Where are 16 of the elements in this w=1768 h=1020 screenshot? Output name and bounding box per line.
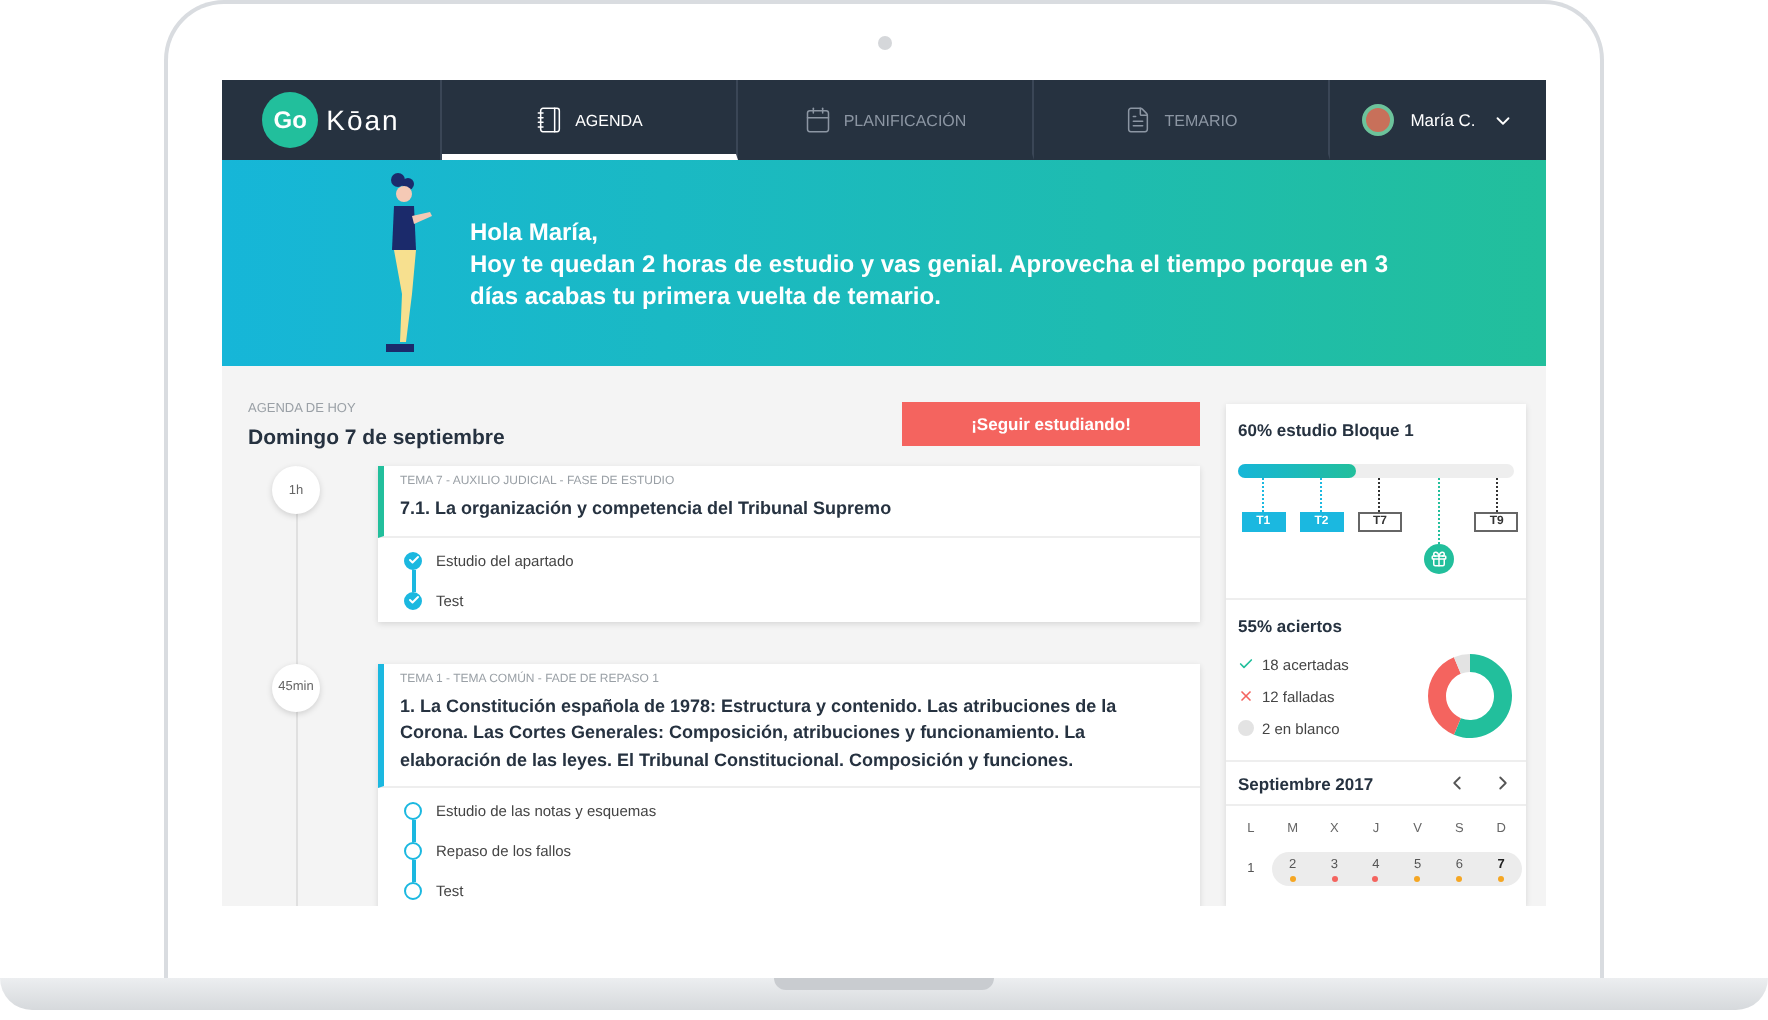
banner-message: Hoy te quedan 2 horas de estudio y vas genial. Aprovecha el tiempo porque en 3 días acabas tu primera vuelta de temario.: [470, 247, 1391, 311]
document-icon: [1124, 106, 1153, 134]
camera-icon: [877, 36, 891, 50]
results-title: 55% aciertos: [1238, 616, 1344, 636]
session-title: 7.1. La organización y competencia del Tribunal Supremo: [400, 496, 894, 522]
progress-title: 60% estudio Bloque 1: [1238, 420, 1416, 440]
session-title: 1. La Constitución española de 1978: Estructura y contenido. Las atribuciones de la Corona. Las Cortes Generales: Composición, atribuciones y funcionamiento. La elaboración de las leyes. El Tribunal Constitucional. Composición y funciones.: [400, 693, 1119, 774]
calendar-icon: [803, 106, 832, 134]
notebook-icon: [535, 106, 564, 134]
greeting-text: Hola María,: [470, 215, 601, 247]
calendar-month: Septiembre 2017: [1238, 773, 1374, 793]
user-menu[interactable]: María C.: [1330, 80, 1546, 160]
agenda-date: Domingo 7 de septiembre: [248, 426, 505, 450]
avatar: [1362, 104, 1395, 136]
logo-text: Kōan: [326, 104, 400, 136]
logo-mark: Go: [262, 92, 319, 148]
